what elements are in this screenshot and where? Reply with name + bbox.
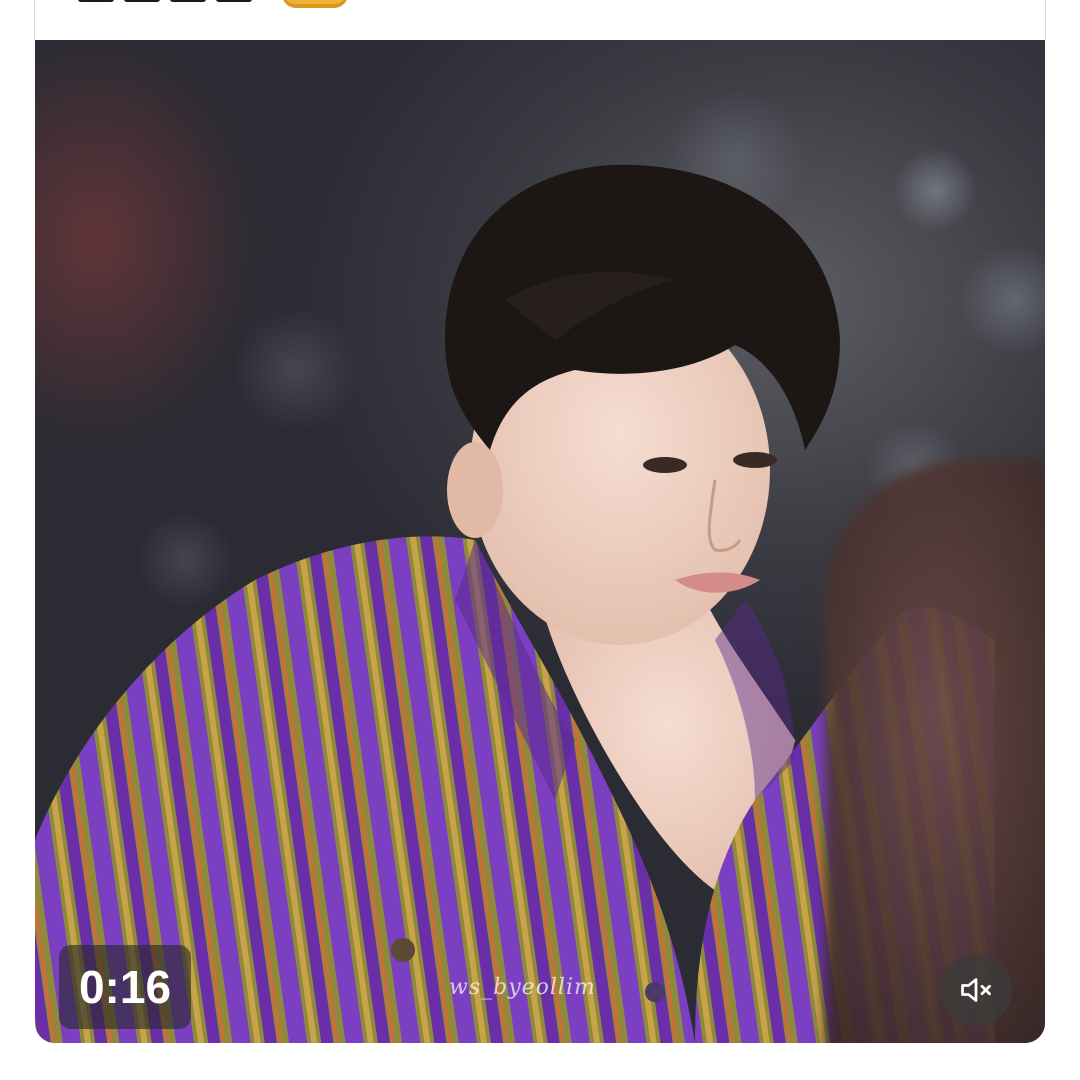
card-border-left	[34, 0, 35, 40]
blurred-hand	[825, 460, 1045, 1043]
cropped-text-fragment	[78, 0, 252, 2]
emoji-fragment-icon	[282, 0, 348, 8]
video-watermark: ws_byeollim	[449, 975, 596, 1000]
tweet-media-area: ws_byeollim 0:16	[0, 0, 1080, 1080]
mute-button[interactable]	[940, 954, 1012, 1026]
card-border-right	[1045, 0, 1046, 40]
video-player[interactable]: ws_byeollim 0:16	[35, 40, 1045, 1043]
video-elapsed-time: 0:16	[59, 945, 191, 1029]
speaker-muted-icon	[961, 978, 991, 1002]
